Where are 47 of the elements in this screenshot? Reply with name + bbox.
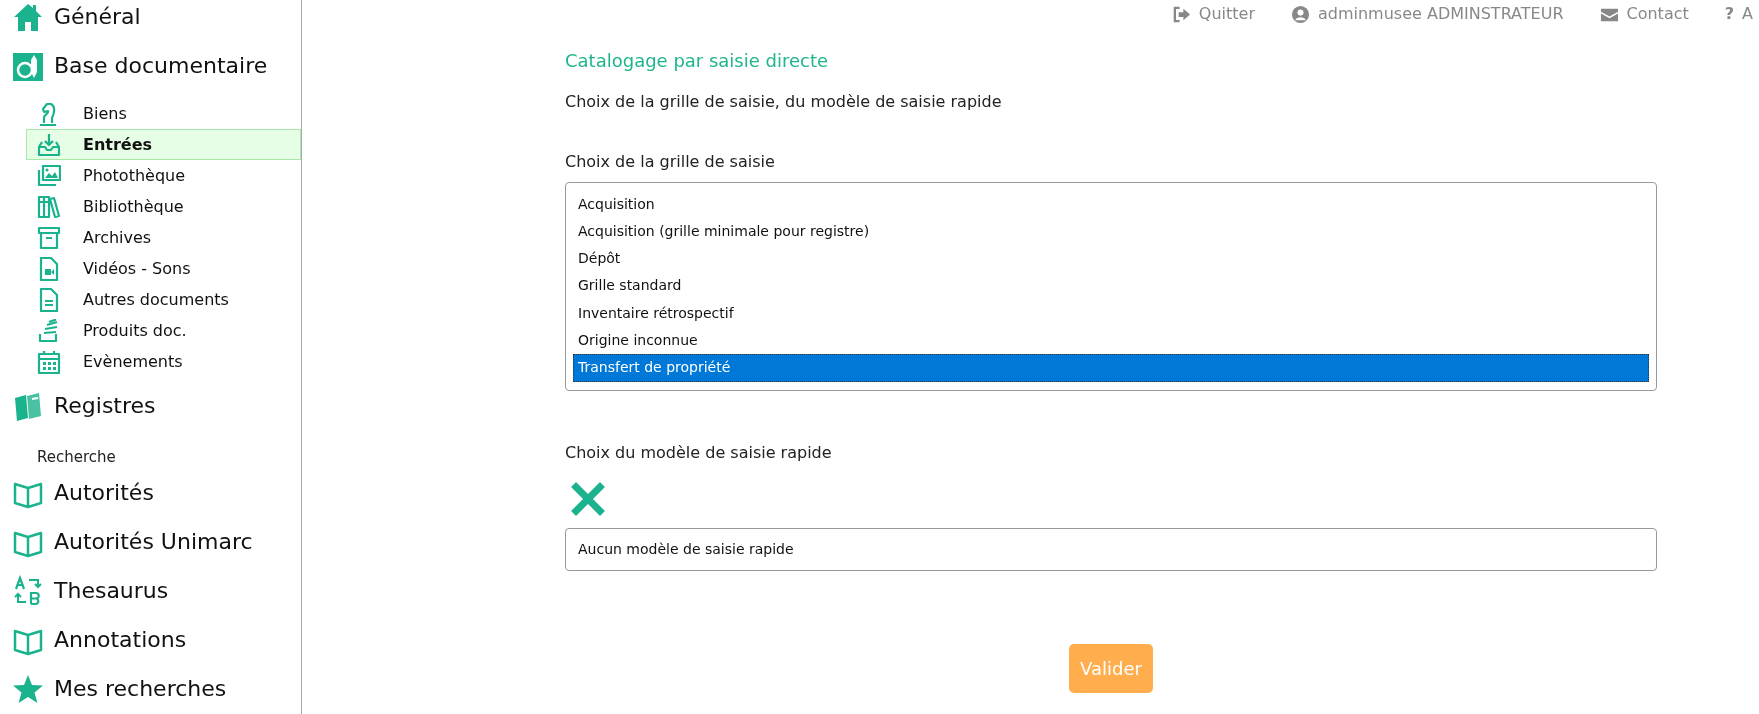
page-subtitle: Choix de la grille de saisie, du modèle de saisie rapide (565, 90, 1003, 113)
document-icon (37, 287, 61, 312)
sidebar-subitem[interactable]: Entrées (26, 129, 301, 160)
listbox-option[interactable]: Origine inconnue (573, 327, 1649, 355)
page-title: Catalogage par saisie directe (565, 50, 830, 72)
calendar-icon (37, 349, 61, 374)
photos-icon (37, 163, 61, 188)
listbox-option[interactable]: Dépôt (573, 245, 1649, 273)
video-file-icon (37, 256, 61, 281)
field-label: Choix du modèle de saisie rapide (565, 441, 833, 464)
archive-box-icon (37, 225, 61, 250)
inbox-download-icon (37, 132, 61, 157)
bookshelf-icon (37, 194, 61, 219)
top-link[interactable]: Quitter (1171, 2, 1255, 26)
grid-listbox[interactable]: Acquisition Acquisition (grille minimale pour registre) Dépôt Grille standard Inventaire rétrospectif Origine inconnue Transfert de propriété (565, 181, 1657, 391)
sidebar-item[interactable]: Autorités Unimarc (0, 517, 301, 566)
sidebar-item[interactable]: Mes recherches (0, 664, 301, 713)
sidebar-subitem[interactable]: Autres documents (26, 284, 301, 315)
section-heading: Recherche (36, 446, 117, 468)
listbox-option[interactable]: Acquisition (grille minimale pour registre) (573, 217, 1649, 246)
sidebar-item[interactable]: Thesaurus (0, 566, 301, 615)
sidebar-subitem[interactable]: Biens (26, 98, 301, 129)
sidebar-item[interactable]: Annotations (0, 615, 301, 664)
model-field[interactable]: Aucun modèle de saisie rapide (565, 527, 1657, 571)
sidebar-item[interactable]: Base documentaire (0, 41, 301, 90)
sidebar-subitem[interactable]: Archives (26, 222, 301, 253)
sidebar-subitem[interactable]: Evènements (26, 346, 301, 377)
top-link[interactable]: Contact (1599, 2, 1689, 26)
listbox-option[interactable]: Grille standard (573, 272, 1649, 300)
sidebar-item[interactable]: Registres (0, 381, 301, 430)
listbox-option[interactable]: Acquisition (573, 190, 1649, 218)
listbox-option[interactable]: Inventaire rétrospectif (573, 299, 1649, 328)
sidebar-subitem[interactable]: Produits doc. (26, 315, 301, 346)
user-icon (1290, 4, 1310, 24)
top-link[interactable]: adminmusee ADMINSTRATEUR (1290, 2, 1564, 26)
sidebar-subitem[interactable]: Bibliothèque (26, 191, 301, 222)
top-link[interactable]: ? A (1724, 2, 1753, 26)
sidebar-item[interactable]: Autorités (0, 468, 301, 517)
clear-icon[interactable] (571, 481, 605, 516)
sidebar-subitem[interactable]: Photothèque (26, 160, 301, 191)
sidebar-subitem[interactable]: Vidéos - Sons (26, 253, 301, 284)
field-label: Choix de la grille de saisie (565, 150, 776, 173)
help-icon: ? (1724, 2, 1735, 26)
listbox-option[interactable]: Transfert de propriété (573, 354, 1649, 382)
letters-icon (12, 574, 44, 607)
sidebar-item[interactable]: Général (0, 0, 301, 41)
exit-icon (1171, 4, 1191, 24)
